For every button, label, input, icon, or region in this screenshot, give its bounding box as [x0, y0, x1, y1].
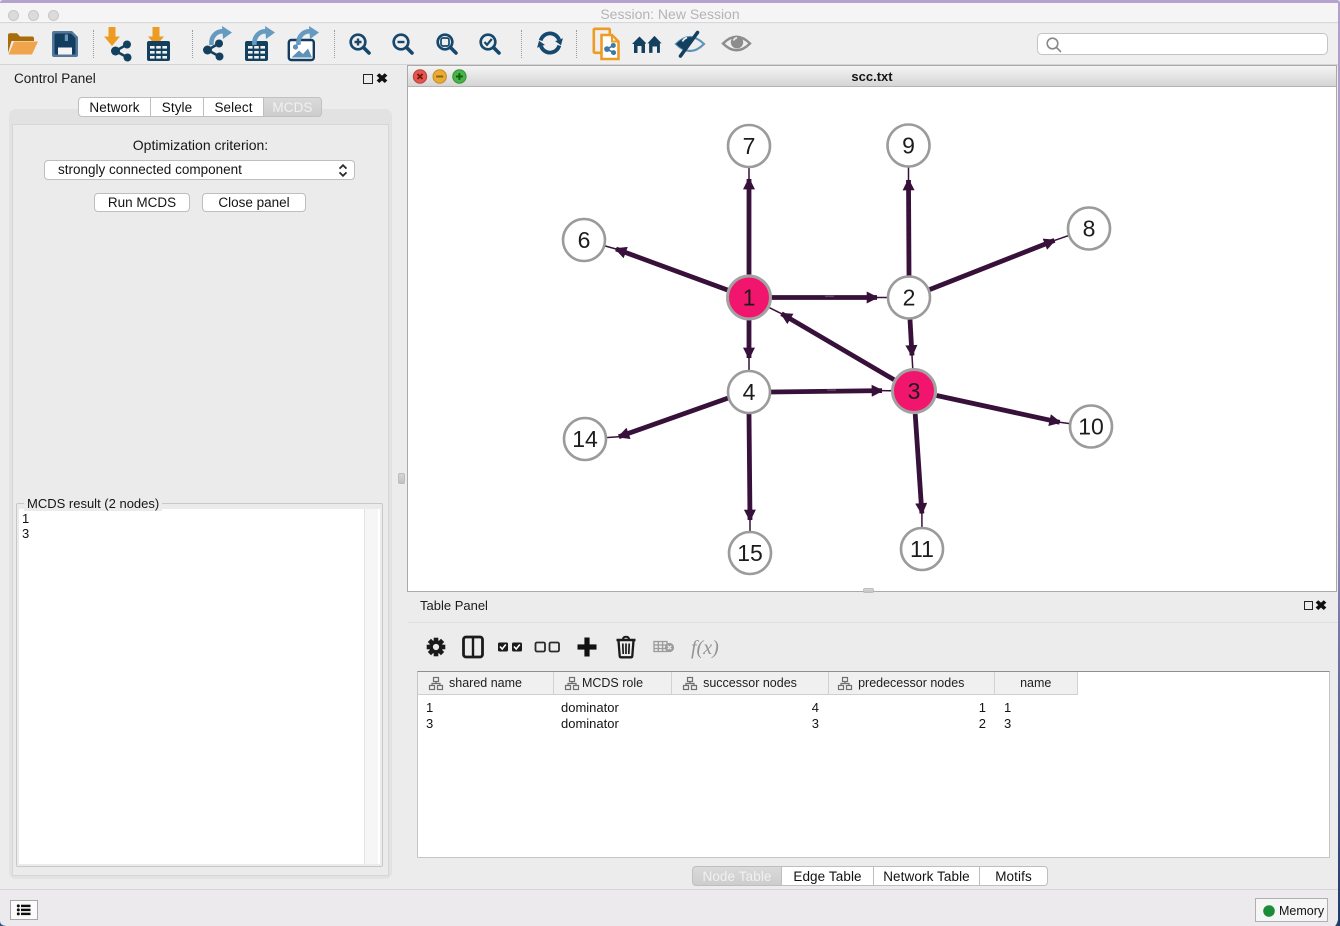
svg-text:2: 2 [903, 285, 916, 311]
svg-text:15: 15 [737, 540, 763, 566]
svg-text:10: 10 [1078, 414, 1104, 440]
svg-text:1: 1 [743, 285, 756, 311]
svg-text:f(x): f(x) [691, 637, 719, 659]
svg-text:11: 11 [910, 536, 934, 562]
svg-text:6: 6 [578, 227, 591, 253]
svg-text:8: 8 [1083, 216, 1096, 242]
svg-text:3: 3 [908, 378, 921, 404]
svg-text:9: 9 [902, 133, 915, 159]
svg-text:14: 14 [572, 426, 598, 452]
svg-text:7: 7 [743, 133, 756, 159]
svg-text:4: 4 [743, 379, 756, 405]
